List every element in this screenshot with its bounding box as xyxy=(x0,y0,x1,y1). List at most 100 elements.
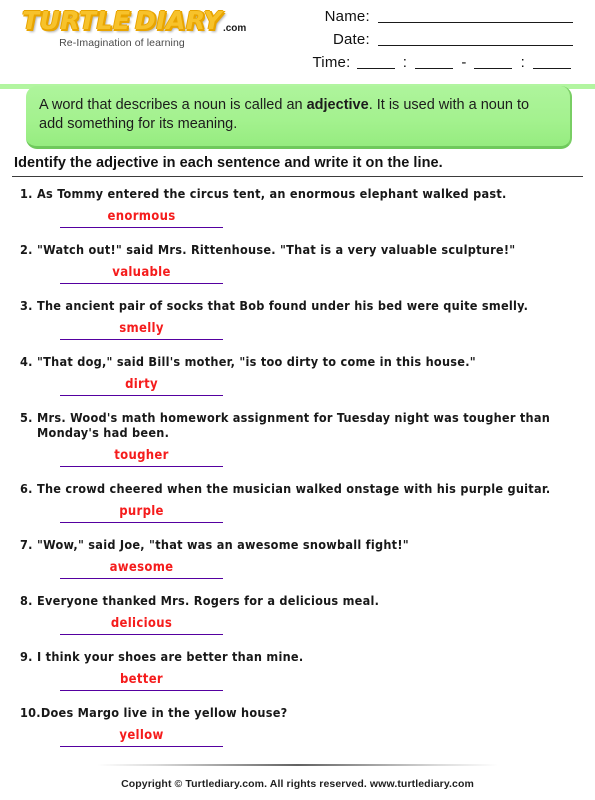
question-sentence: 2. "Watch out!" said Mrs. Rittenhouse. "T… xyxy=(20,242,577,257)
question-text: As Tommy entered the circus tent, an eno… xyxy=(37,186,507,201)
answer-word[interactable]: delicious xyxy=(60,616,223,631)
question-item: 1. As Tommy entered the circus tent, an e… xyxy=(0,186,595,239)
question-text: "Wow," said Joe, "that was an awesome sn… xyxy=(37,537,409,552)
question-number: 6. xyxy=(20,481,33,496)
question-number: 2. xyxy=(20,242,33,257)
question-number: 5. xyxy=(20,410,33,425)
answer-row: purple xyxy=(20,498,577,534)
question-item: 3. The ancient pair of socks that Bob fou… xyxy=(0,298,595,351)
question-item: 2. "Watch out!" said Mrs. Rittenhouse. "T… xyxy=(0,242,595,295)
name-input-blank[interactable] xyxy=(378,7,573,23)
question-number: 4. xyxy=(20,354,33,369)
definition-callout: A word that describes a noun is called a… xyxy=(26,86,572,149)
question-number: 10. xyxy=(20,705,41,720)
answer-blank-line[interactable] xyxy=(60,522,223,523)
question-text: I think your shoes are better than mine. xyxy=(37,649,304,664)
question-item: 9. I think your shoes are better than min… xyxy=(0,649,595,702)
footer-copyright: Copyright © Turtlediary.com. All rights … xyxy=(121,778,474,790)
question-number: 3. xyxy=(20,298,33,313)
question-sentence: 5. Mrs. Wood's math homework assignment f… xyxy=(20,410,577,440)
name-label: Name: xyxy=(324,8,370,25)
name-row: Name: xyxy=(313,5,573,28)
answer-row: smelly xyxy=(20,315,577,351)
date-input-blank[interactable] xyxy=(378,30,573,46)
question-item: 4. "That dog," said Bill's mother, "is to… xyxy=(0,354,595,407)
question-item: 7. "Wow," said Joe, "that was an awesome … xyxy=(0,537,595,590)
question-text: The ancient pair of socks that Bob found… xyxy=(37,298,529,313)
time-end-hour-blank[interactable] xyxy=(474,53,513,69)
question-sentence: 1. As Tommy entered the circus tent, an e… xyxy=(20,186,577,201)
answer-blank-line[interactable] xyxy=(60,578,223,579)
answer-blank-line[interactable] xyxy=(60,227,223,228)
question-sentence: 10. Does Margo live in the yellow house? xyxy=(20,705,577,720)
answer-row: enormous xyxy=(20,203,577,239)
answer-blank-line[interactable] xyxy=(60,634,223,635)
logo-word-turtle: TURTLE xyxy=(21,6,131,35)
time-end-minute-blank[interactable] xyxy=(533,53,571,69)
time-label: Time: xyxy=(312,54,351,71)
question-number: 9. xyxy=(20,649,33,664)
time-colon-1: : xyxy=(402,54,407,71)
answer-word[interactable]: tougher xyxy=(60,448,223,463)
question-text: Mrs. Wood's math homework assignment for… xyxy=(37,410,551,440)
answer-blank-line[interactable] xyxy=(60,466,223,467)
question-item: 5. Mrs. Wood's math homework assignment f… xyxy=(0,410,595,478)
answer-row: valuable xyxy=(20,259,577,295)
question-text: Everyone thanked Mrs. Rogers for a delic… xyxy=(37,593,380,608)
time-start-hour-blank[interactable] xyxy=(356,53,395,69)
question-list: 1. As Tommy entered the circus tent, an e… xyxy=(0,186,595,761)
turtle-diary-logo[interactable]: TURTLE DIARY.com Re-Imagination of learn… xyxy=(21,6,246,49)
answer-word[interactable]: smelly xyxy=(60,321,223,336)
answer-blank-line[interactable] xyxy=(60,339,223,340)
question-text: The crowd cheered when the musician walk… xyxy=(37,481,551,496)
logo-dotcom: .com xyxy=(222,23,247,34)
question-text: "Watch out!" said Mrs. Rittenhouse. "Tha… xyxy=(37,242,516,257)
logo-word-diary: DIARY xyxy=(134,6,222,35)
answer-word[interactable]: better xyxy=(60,672,223,687)
question-text: Does Margo live in the yellow house? xyxy=(40,705,288,720)
definition-keyword: adjective xyxy=(306,97,369,113)
answer-word[interactable]: awesome xyxy=(60,560,223,575)
question-sentence: 9. I think your shoes are better than min… xyxy=(20,649,577,664)
answer-word[interactable]: enormous xyxy=(60,209,223,224)
answer-word[interactable]: purple xyxy=(60,504,223,519)
answer-row: delicious xyxy=(20,610,577,646)
answer-blank-line[interactable] xyxy=(60,746,223,747)
question-item: 6. The crowd cheered when the musician wa… xyxy=(0,481,595,534)
question-sentence: 7. "Wow," said Joe, "that was an awesome … xyxy=(20,537,577,552)
time-row: Time: : - : xyxy=(313,51,574,74)
date-label: Date: xyxy=(332,31,370,48)
question-sentence: 6. The crowd cheered when the musician wa… xyxy=(20,481,577,496)
answer-row: yellow xyxy=(20,722,577,758)
time-start-minute-blank[interactable] xyxy=(415,53,454,69)
answer-row: better xyxy=(20,666,577,702)
question-item: 8. Everyone thanked Mrs. Rogers for a del… xyxy=(0,593,595,646)
logo-wordmark: TURTLE DIARY.com xyxy=(21,6,246,35)
definition-text-before: A word that describes a noun is called a… xyxy=(39,97,307,113)
question-item: 10. Does Margo live in the yellow house? y… xyxy=(0,705,595,758)
answer-blank-line[interactable] xyxy=(60,395,223,396)
answer-row: dirty xyxy=(20,371,577,407)
answer-word[interactable]: yellow xyxy=(60,728,223,743)
answer-blank-line[interactable] xyxy=(60,690,223,691)
answer-row: awesome xyxy=(20,554,577,590)
question-text: "That dog," said Bill's mother, "is too … xyxy=(37,354,476,369)
answer-word[interactable]: valuable xyxy=(60,265,223,280)
answer-row: tougher xyxy=(20,442,577,478)
answer-blank-line[interactable] xyxy=(60,283,223,284)
question-number: 7. xyxy=(20,537,33,552)
question-sentence: 4. "That dog," said Bill's mother, "is to… xyxy=(20,354,577,369)
title-divider xyxy=(12,176,583,177)
question-sentence: 3. The ancient pair of socks that Bob fou… xyxy=(20,298,577,313)
question-number: 8. xyxy=(20,593,33,608)
logo-tagline: Re-Imagination of learning xyxy=(59,37,185,49)
page-header: TURTLE DIARY.com Re-Imagination of learn… xyxy=(0,0,595,75)
answer-word[interactable]: dirty xyxy=(60,377,223,392)
date-row: Date: xyxy=(313,28,573,51)
question-sentence: 8. Everyone thanked Mrs. Rogers for a del… xyxy=(20,593,577,608)
student-info-fields: Name: Date: Time: : - : xyxy=(313,5,574,74)
time-colon-2: : xyxy=(520,54,525,71)
question-number: 1. xyxy=(20,186,33,201)
time-dash: - xyxy=(461,54,467,71)
footer-divider xyxy=(97,764,498,766)
